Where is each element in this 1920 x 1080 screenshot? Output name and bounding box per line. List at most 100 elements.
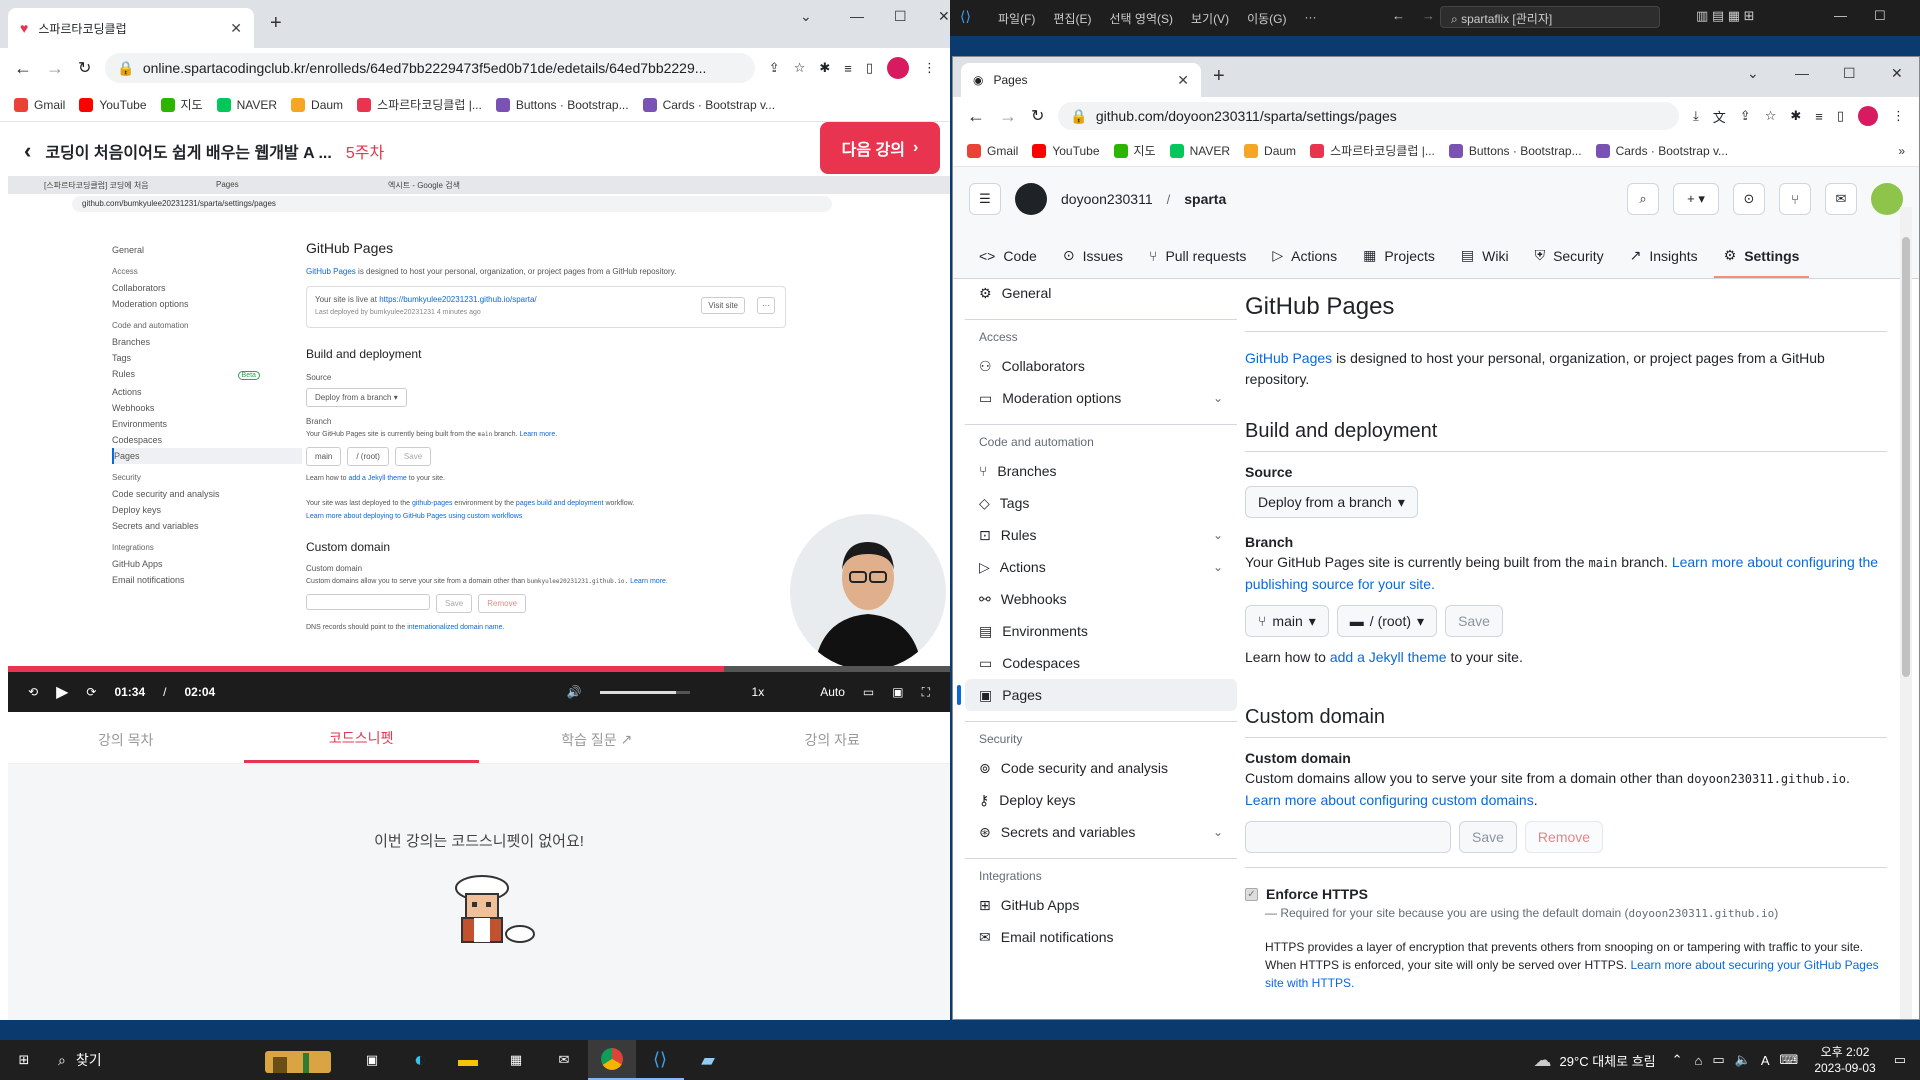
- edge-icon[interactable]: ◐: [396, 1040, 444, 1080]
- reading-list-icon[interactable]: ≡: [1815, 109, 1823, 124]
- bookmark-youtube[interactable]: YouTube: [79, 97, 147, 112]
- volume-icon[interactable]: 🔊: [567, 685, 582, 699]
- tab-wiki[interactable]: ▤ Wiki: [1451, 247, 1519, 278]
- weather-text[interactable]: 29°C 대체로 흐림: [1560, 1051, 1656, 1070]
- minimize-icon[interactable]: —: [1795, 65, 1809, 81]
- sidebar-item-collaborators[interactable]: ⚇ Collaborators: [965, 350, 1237, 382]
- reading-list-icon[interactable]: ≡: [844, 61, 852, 76]
- keyboard-icon[interactable]: ⌨: [1780, 1052, 1799, 1068]
- chevron-down-icon[interactable]: ⌄: [1747, 65, 1759, 82]
- translate-icon[interactable]: 文: [1713, 107, 1726, 126]
- ime-icon[interactable]: A: [1761, 1053, 1770, 1068]
- repo-owner[interactable]: doyoon230311: [1061, 191, 1153, 207]
- branch-select-button[interactable]: ⑂ main ▾: [1245, 605, 1329, 637]
- close-tab-icon[interactable]: ✕: [230, 20, 242, 37]
- create-new-icon[interactable]: + ▾: [1673, 183, 1719, 215]
- star-icon[interactable]: ☆: [794, 60, 806, 76]
- new-tab-icon[interactable]: +: [1213, 65, 1225, 88]
- notepad-icon[interactable]: ▰: [684, 1040, 732, 1080]
- reload-icon[interactable]: ↻: [78, 58, 91, 78]
- display-icon[interactable]: ▭: [1712, 1052, 1724, 1068]
- bookmark-sparta[interactable]: 스파르타코딩클럽 |...: [1310, 142, 1435, 159]
- mail-icon[interactable]: ✉: [540, 1040, 588, 1080]
- play-icon[interactable]: ▶: [56, 682, 68, 702]
- bookmark-sparta[interactable]: 스파르타코딩클럽 |...: [357, 96, 482, 113]
- share-icon[interactable]: ⇪: [769, 60, 780, 76]
- next-lecture-button[interactable]: 다음 강의 ›: [820, 122, 940, 174]
- speed-button[interactable]: 1x: [752, 685, 765, 699]
- tab-security[interactable]: ⛨ Security: [1525, 247, 1614, 278]
- tab-pull-requests[interactable]: ⑂ Pull requests: [1139, 248, 1256, 278]
- bookmark-youtube[interactable]: YouTube: [1032, 143, 1100, 158]
- tab-code[interactable]: <> Code: [969, 248, 1047, 278]
- bookmark-map[interactable]: 지도: [160, 96, 203, 113]
- profile-avatar[interactable]: [887, 57, 909, 79]
- tab-questions[interactable]: 학습 질문 ↗: [479, 716, 715, 763]
- tab-projects[interactable]: ▦ Projects: [1353, 247, 1445, 278]
- install-icon[interactable]: ⤓: [1693, 108, 1699, 124]
- custom-domain-remove-button[interactable]: Remove: [1524, 821, 1604, 853]
- minimize-icon[interactable]: —: [850, 8, 864, 24]
- vscode-icon[interactable]: ⟨⟩: [636, 1040, 684, 1080]
- vscode-back-icon[interactable]: ←: [1392, 8, 1405, 23]
- maximize-icon[interactable]: ☐: [894, 8, 907, 25]
- right-address-bar[interactable]: 🔒 github.com/doyoon230311/sparta/setting…: [1058, 102, 1680, 130]
- sidebar-item-rules[interactable]: ⊡ Rules ⌄: [965, 519, 1237, 551]
- store-icon[interactable]: ▦: [492, 1040, 540, 1080]
- volume-slider[interactable]: [599, 690, 690, 694]
- clock[interactable]: 오후 2:02 2023-09-03: [1814, 1044, 1875, 1076]
- share-icon[interactable]: ⇪: [1740, 108, 1751, 124]
- jekyll-theme-link[interactable]: add a Jekyll theme: [1330, 649, 1447, 665]
- bookmark-cards[interactable]: Cards · Bootstrap v...: [1595, 143, 1728, 158]
- sidebar-item-actions[interactable]: ▷ Actions ⌄: [965, 551, 1237, 583]
- extensions-icon[interactable]: ✱: [819, 60, 830, 76]
- tab-actions[interactable]: ▷ Actions: [1262, 247, 1347, 278]
- custom-domain-input[interactable]: [1245, 821, 1451, 853]
- close-window-icon[interactable]: ✕: [938, 8, 950, 25]
- sidebar-item-secrets[interactable]: ⊛ Secrets and variables ⌄: [965, 816, 1237, 848]
- vscode-maximize-icon[interactable]: ☐: [1874, 8, 1886, 24]
- hamburger-icon[interactable]: ☰: [969, 183, 1001, 215]
- tab-issues[interactable]: ⊙ Issues: [1053, 247, 1133, 278]
- sidebar-item-github-apps[interactable]: ⊞ GitHub Apps: [965, 889, 1237, 921]
- lecture-video[interactable]: [스파르타코딩클럽] 코딩에 처음 Pages 엑시트 - Google 검색 …: [8, 176, 950, 672]
- right-active-tab[interactable]: ◉ Pages ✕: [961, 63, 1201, 97]
- bookmark-daum[interactable]: Daum: [1244, 143, 1296, 158]
- back-icon[interactable]: ←: [967, 106, 985, 127]
- inbox-icon[interactable]: ✉: [1825, 183, 1857, 215]
- fullscreen-icon[interactable]: ⛶: [922, 685, 930, 700]
- sidebar-item-webhooks[interactable]: ⚯ Webhooks: [965, 583, 1237, 615]
- menu-icon[interactable]: ⋮: [923, 60, 936, 76]
- more-bookmarks-icon[interactable]: »: [1898, 144, 1905, 158]
- taskbar-search[interactable]: ⌕ 찾기: [48, 1040, 248, 1080]
- sidebar-item-moderation[interactable]: ▭ Moderation options ⌄: [965, 382, 1237, 414]
- bookmark-naver[interactable]: NAVER: [1169, 143, 1230, 158]
- back-chevron-icon[interactable]: ‹: [24, 138, 31, 164]
- left-address-bar[interactable]: 🔒 online.spartacodingclub.kr/enrolleds/6…: [105, 53, 755, 83]
- layout-icon[interactable]: ▥ ▤ ▦ ⊞: [1696, 8, 1755, 24]
- pull-requests-icon[interactable]: ⑂: [1779, 183, 1811, 215]
- github-logo-icon[interactable]: [1015, 183, 1047, 215]
- close-window-icon[interactable]: ✕: [1891, 65, 1903, 82]
- news-widget-icon[interactable]: [248, 1040, 348, 1080]
- back-icon[interactable]: ←: [14, 58, 32, 79]
- file-explorer-icon[interactable]: ▬: [444, 1040, 492, 1080]
- sidebar-item-codespaces[interactable]: ▭ Codespaces: [965, 647, 1237, 679]
- scrollbar[interactable]: [1900, 207, 1912, 1019]
- reload-icon[interactable]: ↻: [1031, 106, 1044, 126]
- tray-chevron-icon[interactable]: ⌃: [1672, 1052, 1683, 1068]
- bookmark-buttons[interactable]: Buttons · Bootstrap...: [495, 97, 629, 112]
- branch-save-button[interactable]: Save: [1445, 605, 1503, 637]
- side-panel-icon[interactable]: ▯: [866, 60, 873, 76]
- maximize-icon[interactable]: ☐: [1843, 65, 1856, 82]
- bookmark-daum[interactable]: Daum: [291, 97, 343, 112]
- source-dropdown[interactable]: Deploy from a branch ▾: [1245, 486, 1418, 518]
- bookmark-buttons[interactable]: Buttons · Bootstrap...: [1448, 143, 1582, 158]
- sidebar-item-email-notifications[interactable]: ✉ Email notifications: [965, 921, 1237, 953]
- tab-settings[interactable]: ⚙ Settings: [1713, 247, 1810, 278]
- vscode-search[interactable]: ⌕ spartaflix [관리자]: [1440, 6, 1660, 28]
- folder-select-button[interactable]: ▬ / (root) ▾: [1336, 605, 1438, 637]
- sidebar-item-code-security[interactable]: ⊚ Code security and analysis: [965, 752, 1237, 784]
- bookmark-cards[interactable]: Cards · Bootstrap v...: [642, 97, 775, 112]
- bookmark-gmail[interactable]: Gmail: [967, 143, 1018, 158]
